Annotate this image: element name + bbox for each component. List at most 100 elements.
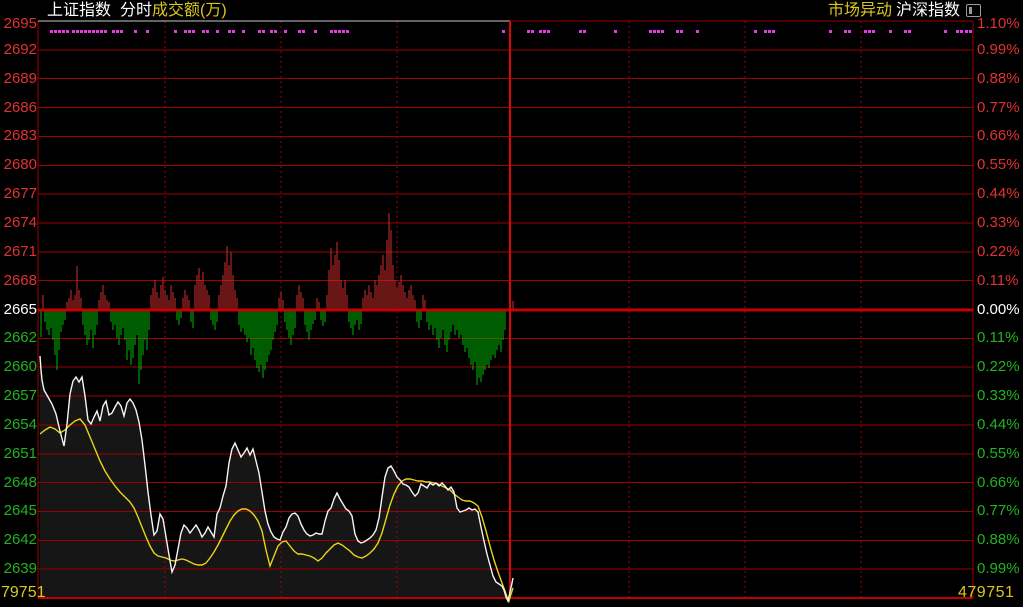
event-dot <box>889 30 892 33</box>
left-axis-label: 2668 <box>0 274 37 288</box>
right-axis-label: 0.33% <box>977 216 1020 230</box>
event-dot <box>649 30 652 33</box>
right-axis-label: 0.77% <box>977 101 1020 115</box>
left-axis-label: 2686 <box>0 101 37 115</box>
event-dot <box>527 30 530 33</box>
event-dot <box>543 30 546 33</box>
left-axis-label: 2680 <box>0 158 37 172</box>
right-axis-label: 0.22% <box>977 360 1020 374</box>
right-axis-label: 0.33% <box>977 389 1020 403</box>
event-dot <box>864 30 867 33</box>
event-dot <box>270 30 273 33</box>
right-axis-label: 0.66% <box>977 476 1020 490</box>
right-axis-label: 0.99% <box>977 43 1020 57</box>
right-axis-label: 0.88% <box>977 72 1020 86</box>
right-axis-label: 0.77% <box>977 504 1020 518</box>
event-dot <box>904 30 907 33</box>
event-dot <box>216 30 219 33</box>
right-axis-label: 0.22% <box>977 245 1020 259</box>
event-dot <box>146 30 149 33</box>
event-dot <box>274 30 277 33</box>
event-dot <box>242 30 245 33</box>
event-dot <box>100 30 103 33</box>
event-dot <box>848 30 851 33</box>
volume-scale-label-left: 79751 <box>1 585 46 600</box>
event-dot <box>188 30 191 33</box>
right-axis-label: 0.44% <box>977 418 1020 432</box>
right-axis-label: 0.55% <box>977 158 1020 172</box>
left-axis-label: 2645 <box>0 504 37 518</box>
left-axis-label: 2662 <box>0 331 37 345</box>
left-axis-zero-label: 2665 <box>0 303 37 317</box>
right-axis-label: 0.44% <box>977 187 1020 201</box>
right-axis-label: 0.55% <box>977 447 1020 461</box>
event-dot <box>956 30 959 33</box>
event-dot <box>676 30 679 33</box>
event-dot <box>72 30 75 33</box>
price-area-fill <box>40 356 513 601</box>
event-dot <box>754 30 757 33</box>
event-dot <box>54 30 57 33</box>
event-dot <box>772 30 775 33</box>
left-axis-label: 2648 <box>0 476 37 490</box>
event-dot <box>696 30 699 33</box>
event-dot <box>206 30 209 33</box>
event-dot <box>502 30 505 33</box>
left-axis-label: 2639 <box>0 562 37 576</box>
event-dot <box>262 30 265 33</box>
event-dot <box>120 30 123 33</box>
left-axis-label: 2689 <box>0 72 37 86</box>
event-dot <box>868 30 871 33</box>
left-axis-label: 2654 <box>0 418 37 432</box>
minute-chart-canvas[interactable] <box>0 0 1023 607</box>
right-axis-label: 0.11% <box>977 274 1018 288</box>
event-dot <box>298 30 301 33</box>
event-dot <box>174 30 177 33</box>
event-dot <box>232 30 235 33</box>
right-axis-label: 0.11% <box>977 331 1018 345</box>
left-axis-label: 2677 <box>0 187 37 201</box>
event-dot <box>134 30 137 33</box>
left-axis-label: 2674 <box>0 216 37 230</box>
event-dot <box>579 30 582 33</box>
event-dot <box>76 30 79 33</box>
right-axis-label: 0.66% <box>977 129 1020 143</box>
event-dot <box>653 30 656 33</box>
event-dot <box>184 30 187 33</box>
event-dot <box>547 30 550 33</box>
right-axis-label: 0.99% <box>977 562 1020 576</box>
event-dot <box>258 30 261 33</box>
event-dot <box>80 30 83 33</box>
event-dot <box>92 30 95 33</box>
event-dot <box>531 30 534 33</box>
event-dot <box>228 30 231 33</box>
event-dot <box>62 30 65 33</box>
event-dot <box>88 30 91 33</box>
event-dot <box>50 30 53 33</box>
event-dot <box>969 30 972 33</box>
event-dot <box>960 30 963 33</box>
left-axis-label: 2651 <box>0 447 37 461</box>
event-dot <box>84 30 87 33</box>
event-dot <box>58 30 61 33</box>
event-dot <box>657 30 660 33</box>
event-dot <box>314 30 317 33</box>
event-dot <box>96 30 99 33</box>
event-dot <box>338 30 341 33</box>
app-window: 上证指数 分时 成交额(万) 市场异动 沪深指数 26951.10%26920.… <box>0 0 1023 607</box>
event-dot <box>965 30 968 33</box>
event-dot <box>539 30 542 33</box>
event-dot <box>342 30 345 33</box>
right-axis-label: 0.88% <box>977 533 1020 547</box>
event-dot <box>764 30 767 33</box>
event-dot <box>944 30 947 33</box>
left-axis-label: 2695 <box>0 17 37 31</box>
event-dot <box>768 30 771 33</box>
event-dot <box>302 30 305 33</box>
event-dot <box>872 30 875 33</box>
left-axis-label: 2683 <box>0 129 37 143</box>
event-dot <box>66 30 69 33</box>
right-axis-zero-label: 0.00% <box>977 303 1020 317</box>
event-dot <box>346 30 349 33</box>
left-axis-label: 2642 <box>0 533 37 547</box>
